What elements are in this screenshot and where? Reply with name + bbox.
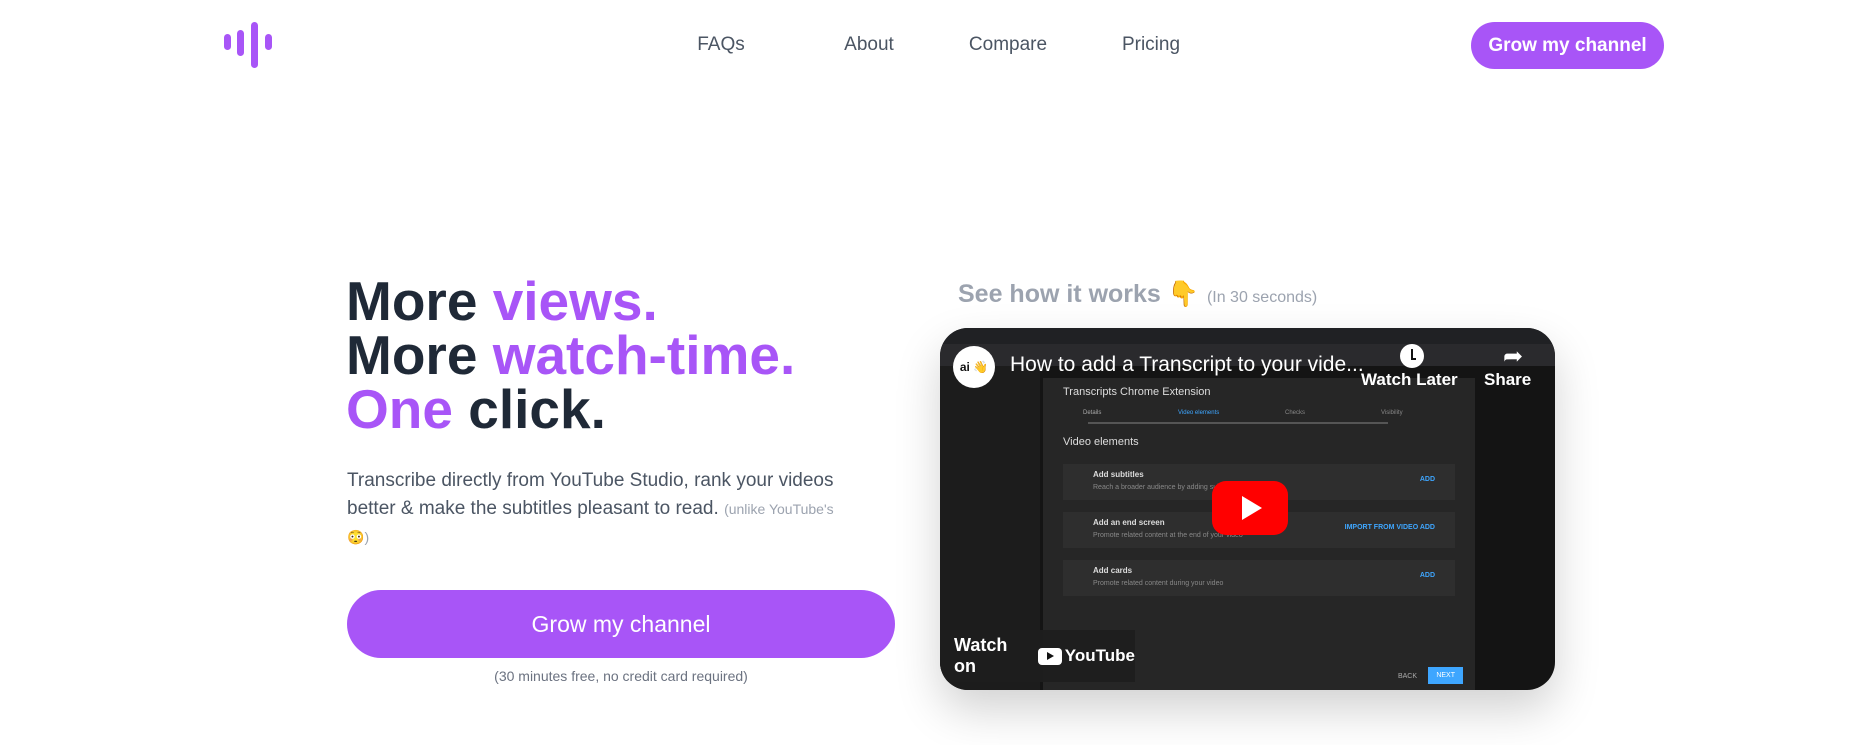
step: Video elements [1178,410,1220,416]
youtube-play-icon [1037,647,1062,665]
free-trial-note: (30 minutes free, no credit card require… [494,668,748,684]
thumbnail-back: BACK [1397,673,1417,680]
hero-subtitle: Transcribe directly from YouTube Studio,… [347,467,887,551]
play-button[interactable] [1212,481,1288,535]
grow-channel-hero-button[interactable]: Grow my channel [347,590,895,658]
watch-later-button[interactable]: Watch Later [1361,370,1458,390]
share-arrow-icon[interactable]: ➦ [1503,342,1523,371]
pointing-down-icon: 👇 [1167,280,1199,308]
step: Details [1083,410,1102,416]
youtube-wordmark: YouTube [1064,646,1135,665]
grow-channel-header-button[interactable]: Grow my channel [1471,22,1664,69]
headline-accent: views. [492,270,658,332]
headline-accent: watch-time. [492,324,796,386]
video-title[interactable]: How to add a Transcript to your vide... [1010,353,1364,377]
logo-icon[interactable] [224,22,274,70]
thumbnail-row: Add cards Promote related content during … [1063,560,1455,596]
stepper-line [1088,422,1388,424]
headline-accent: One [346,378,453,440]
youtube-logo: YouTube [1037,646,1135,666]
video-heading-text: See how it works [958,280,1161,308]
clock-icon[interactable] [1400,344,1424,368]
nav-pricing[interactable]: Pricing [1122,34,1180,56]
thumbnail-next: NEXT [1428,667,1463,684]
nav-about[interactable]: About [844,34,894,56]
thumbnail-browser-bar [940,328,1555,344]
flushed-emoji-icon: 😳 [347,529,365,545]
watch-on-youtube-button[interactable]: Watch on YouTube [940,630,1135,682]
dialog-title: Transcripts Chrome Extension [1063,386,1211,398]
headline-text: More [346,270,493,332]
channel-avatar[interactable]: ai 👋 [953,346,995,388]
video-heading: See how it works 👇 (In 30 seconds) [958,280,1317,309]
share-button[interactable]: Share [1484,370,1531,390]
headline-text: More [346,324,493,386]
step: Visibility [1381,410,1403,416]
section-title: Video elements [1063,436,1139,448]
watch-on-label: Watch on [954,635,1008,676]
duration-note: (In 30 seconds) [1206,289,1318,306]
subtitle-aside: (unlike YouTube's [724,501,834,517]
hero-headline: More views. More watch-time. One click. [346,274,796,437]
subtitle-aside-close: ) [364,529,370,545]
headline-text: click. [452,378,606,440]
nav-faqs[interactable]: FAQs [697,34,745,56]
nav-compare[interactable]: Compare [969,34,1047,56]
step: Checks [1285,410,1306,416]
youtube-embed[interactable]: Transcripts Chrome Extension Details Vid… [940,328,1555,690]
